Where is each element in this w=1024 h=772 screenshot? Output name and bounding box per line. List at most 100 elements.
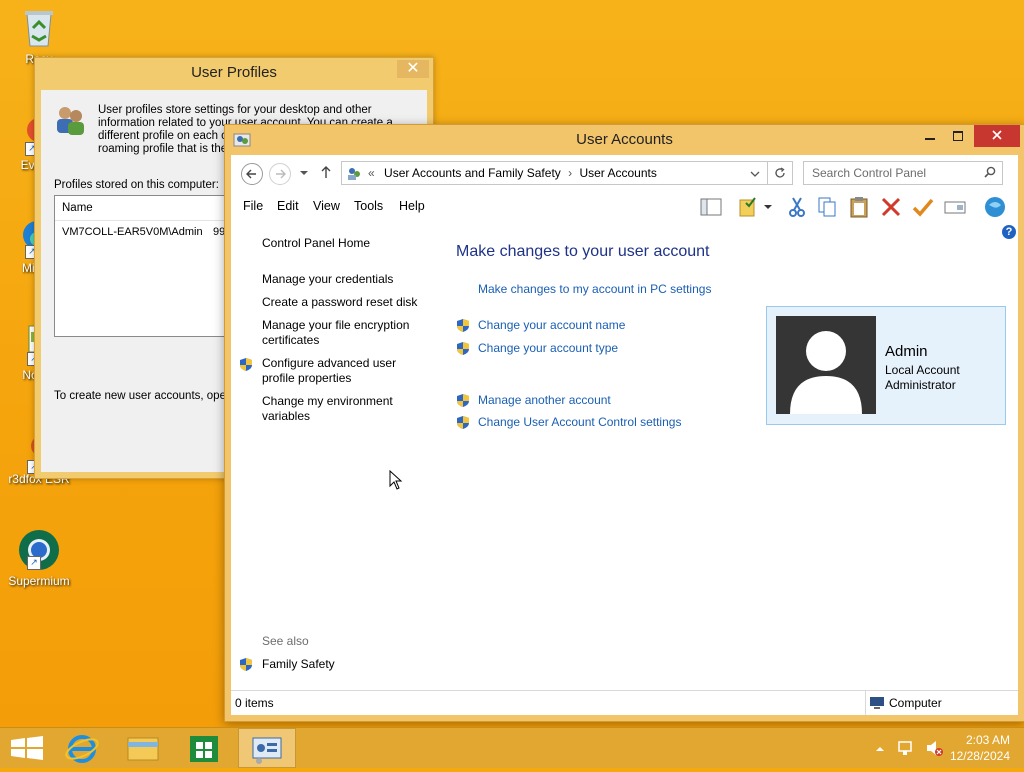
shortcut-arrow-icon: ↗ [27, 556, 41, 570]
network-icon[interactable] [897, 728, 917, 768]
menu-tools[interactable]: Tools [354, 199, 383, 213]
paste-button[interactable] [847, 195, 871, 219]
chevron-down-icon [300, 171, 308, 175]
breadcrumb-item-family-safety[interactable]: User Accounts and Family Safety [384, 166, 561, 180]
show-hidden-icons-icon[interactable] [874, 728, 886, 768]
account-card: Admin Local Account Administrator [766, 306, 1006, 425]
family-safety-link[interactable]: Family Safety [262, 657, 422, 672]
menu-file[interactable]: File [243, 199, 263, 213]
change-account-type-link[interactable]: Change your account type [478, 341, 618, 355]
account-name: Admin [885, 343, 928, 360]
user-accounts-window[interactable]: User Accounts « User Accounts and Family… [224, 124, 1024, 722]
maximize-icon [953, 131, 963, 141]
environment-variables-link[interactable]: Change my environment variables [262, 394, 412, 424]
search-icon[interactable] [984, 166, 996, 178]
maximize-button[interactable] [944, 125, 972, 147]
address-dropdown-button[interactable] [750, 168, 760, 182]
clock[interactable]: 2:03 AM 12/28/2024 [950, 732, 1010, 764]
back-button[interactable] [241, 163, 263, 185]
up-button[interactable] [319, 165, 333, 179]
user-silhouette-icon [790, 331, 862, 414]
recycle-bin-icon [17, 6, 61, 50]
manage-credentials-link[interactable]: Manage your credentials [262, 272, 422, 287]
search-input[interactable]: Search Control Panel [812, 162, 926, 184]
uac-shield-icon [240, 658, 252, 671]
preview-pane-button[interactable] [699, 195, 723, 219]
breadcrumb-item-user-accounts[interactable]: User Accounts [579, 166, 656, 180]
start-button[interactable] [0, 728, 56, 768]
title-bar[interactable]: User Accounts [225, 125, 1024, 155]
window-title: User Accounts [576, 131, 673, 148]
checkmark-icon [912, 198, 934, 217]
file-encryption-link[interactable]: Manage your file encryption certificates [262, 318, 420, 348]
refresh-button[interactable] [767, 161, 793, 185]
forward-arrow-icon [276, 169, 286, 179]
uac-shield-icon [457, 319, 469, 332]
copy-icon [818, 197, 836, 217]
minimize-icon [925, 138, 935, 140]
network-button[interactable] [983, 195, 1007, 219]
volume-muted-icon[interactable] [925, 728, 945, 768]
close-button[interactable] [974, 125, 1020, 147]
clock-time: 2:03 AM [965, 733, 1010, 747]
manage-another-account-link[interactable]: Manage another account [478, 393, 611, 407]
chevron-down-icon [764, 205, 772, 209]
system-tray [874, 728, 945, 768]
back-arrow-icon [246, 169, 256, 179]
forward-button[interactable] [269, 163, 291, 185]
taskbar-store[interactable] [176, 728, 232, 768]
up-arrow-icon [321, 166, 331, 178]
taskbar-file-explorer[interactable] [115, 728, 171, 768]
minimize-button[interactable] [916, 125, 944, 147]
control-panel-icon [346, 165, 362, 181]
address-bar[interactable]: « User Accounts and Family Safety › User… [341, 161, 793, 185]
see-also-label: See also [262, 634, 309, 648]
uac-shield-icon [457, 342, 469, 355]
uac-settings-link[interactable]: Change User Account Control settings [478, 415, 681, 429]
menu-help[interactable]: Help [399, 199, 425, 213]
recent-locations-button[interactable] [299, 167, 309, 177]
taskbar-internet-explorer[interactable] [54, 728, 110, 768]
close-icon [992, 130, 1002, 140]
status-bar: 0 items Computer [231, 690, 1018, 715]
computer-icon [870, 697, 884, 709]
mouse-cursor-icon [389, 470, 403, 490]
profile-name: VM7COLL-EAR5V0M\Admin [62, 226, 203, 238]
cut-button[interactable] [785, 195, 809, 219]
menu-edit[interactable]: Edit [277, 199, 299, 213]
status-location: Computer [889, 696, 942, 710]
change-account-name-link[interactable]: Change your account name [478, 318, 625, 332]
desktop-icon-supermium[interactable]: ↗ Supermium [4, 528, 74, 588]
pc-settings-link[interactable]: Make changes to my account in PC setting… [478, 282, 711, 296]
desc-line: User profiles store settings for your de… [98, 104, 372, 116]
status-divider [865, 691, 866, 715]
taskbar-control-panel[interactable] [238, 728, 296, 768]
delete-button[interactable] [879, 195, 903, 219]
copy-button[interactable] [815, 195, 839, 219]
breadcrumb-separator: › [568, 166, 573, 180]
properties-button[interactable] [737, 195, 761, 219]
desktop-icon-label: Supermium [8, 574, 70, 588]
properties-dropdown[interactable] [763, 195, 775, 219]
control-panel-home-link[interactable]: Control Panel Home [262, 236, 422, 251]
menu-view[interactable]: View [313, 199, 340, 213]
menu-bar: File Edit View Tools Help [231, 191, 1018, 223]
item-count: 0 items [235, 696, 274, 710]
windows-logo-icon [11, 736, 43, 760]
user-profiles-close-button[interactable]: ✕ [397, 60, 429, 78]
refresh-icon [775, 167, 785, 178]
advanced-profile-link[interactable]: Configure advanced user profile properti… [262, 356, 412, 386]
supermium-icon: ↗ [17, 528, 61, 572]
password-reset-disk-link[interactable]: Create a password reset disk [262, 295, 432, 310]
user-profiles-footer: To create new user accounts, open [54, 390, 233, 402]
avatar [776, 316, 876, 414]
folder-icon [127, 737, 159, 761]
rename-button[interactable] [943, 195, 967, 219]
window-content: « User Accounts and Family Safety › User… [231, 155, 1018, 715]
breadcrumb-overflow[interactable]: « [368, 166, 375, 180]
internet-explorer-icon [65, 735, 99, 763]
taskbar: 2:03 AM 12/28/2024 [0, 727, 1024, 768]
delete-x-icon [881, 197, 901, 217]
search-box[interactable]: Search Control Panel [803, 161, 1003, 185]
apply-button[interactable] [911, 195, 935, 219]
